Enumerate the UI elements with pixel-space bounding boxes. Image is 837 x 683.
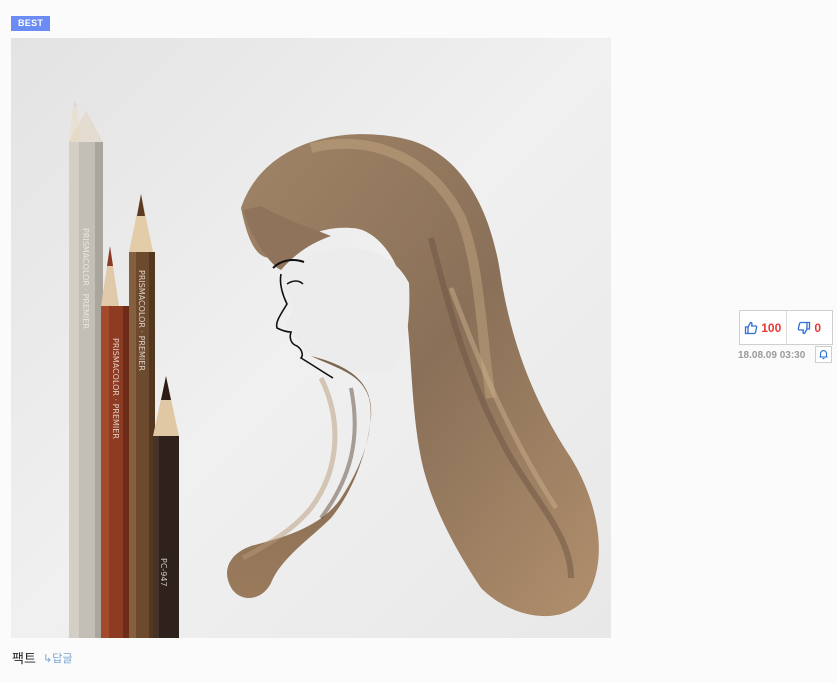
upvote-button[interactable]: 100: [740, 311, 786, 344]
pencil-light-grey: [69, 100, 103, 638]
comment-date: 18.08.09 03:30: [738, 350, 806, 361]
bell-icon: [818, 345, 829, 364]
pencil-label-1: PRISMACOLOR · PREMIER: [81, 228, 90, 329]
comment-text: 팩트: [12, 652, 36, 667]
downvote-count: 0: [814, 320, 822, 335]
downvote-button[interactable]: 0: [785, 311, 833, 344]
pencil-drawing-illustration: PRISMACOLOR · PREMIER PRISMACOLOR · PREM…: [11, 38, 611, 638]
thumbs-up-icon: [744, 321, 758, 335]
pencil-light-brown: [129, 194, 155, 638]
vote-box: 100 0: [739, 310, 833, 345]
thumbs-down-icon: [797, 321, 811, 335]
pencil-label-2: PRISMACOLOR · PREMIER: [111, 338, 120, 439]
notify-button[interactable]: [815, 346, 832, 363]
pencil-label-3: PRISMACOLOR · PREMIER: [137, 270, 146, 371]
pencil-label-4: PC-947: [159, 558, 168, 587]
comment-image[interactable]: PRISMACOLOR · PREMIER PRISMACOLOR · PREM…: [11, 38, 611, 638]
upvote-count: 100: [761, 320, 782, 335]
best-badge: BEST: [11, 16, 51, 31]
reply-link[interactable]: ↳답글: [43, 650, 72, 666]
comment-item: BEST PRISMACOLOR · PREMIER PRISMACOLOR ·…: [0, 0, 837, 683]
